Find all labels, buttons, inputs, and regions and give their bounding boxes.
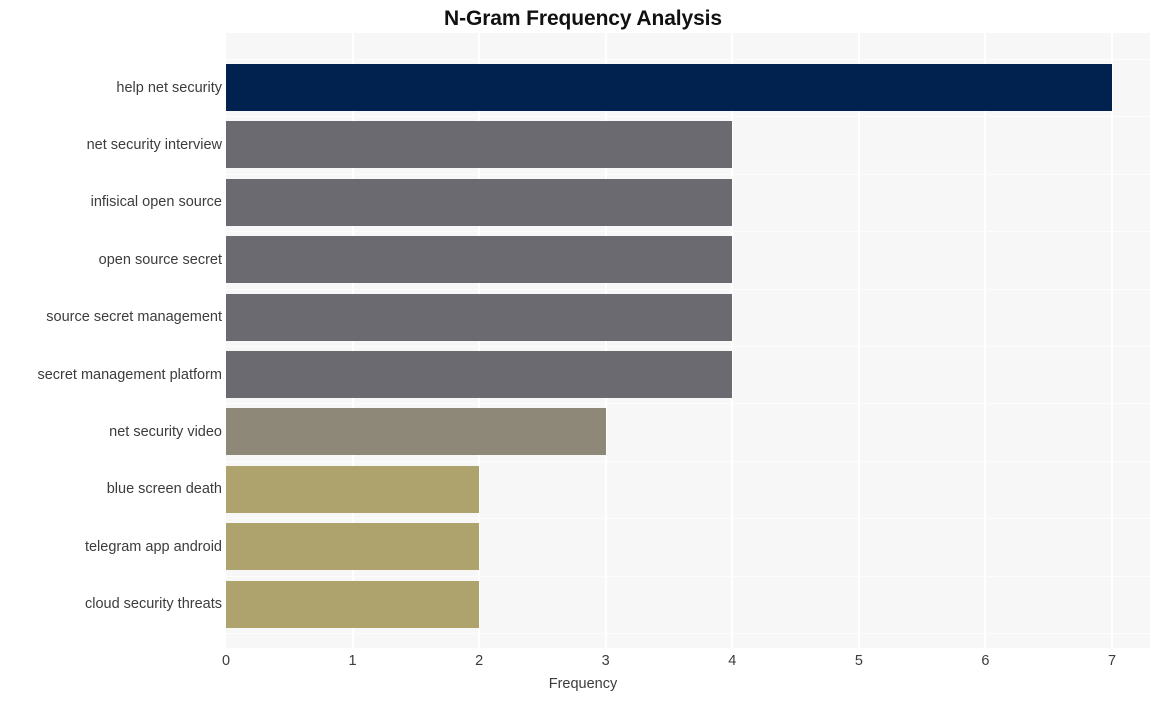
gridline-y-5 [226,346,1150,347]
bar [226,465,480,513]
gridline-y-10 [226,633,1150,634]
y-axis-label: blue screen death [106,481,222,498]
gridline-x-7 [1111,33,1114,648]
gridline-y-3 [226,231,1150,233]
x-axis-tick-label: 7 [1107,653,1117,669]
x-axis-tick-label: 0 [221,653,231,669]
y-axis-label: open source secret [98,251,222,268]
y-axis-label: secret management platform [37,366,222,383]
gridline-y-2 [226,173,1150,175]
x-axis-tick-label: 3 [601,653,610,669]
bar [226,178,733,226]
ngram-frequency-chart: N-Gram Frequency Analysis help net secur… [0,0,1166,701]
y-axis-label: telegram app android [84,538,222,555]
gridline-x-6 [984,33,987,648]
y-axis-label: net security interview [86,136,222,153]
x-axis-tick-label: 1 [348,653,357,669]
x-axis-title: Frequency [548,676,618,692]
y-axis-label: infisical open source [90,194,222,211]
bar [226,580,480,628]
bar [226,121,733,169]
x-axis-tick-label: 6 [981,653,990,669]
x-axis-ticks: 0 1 2 3 4 5 6 7 [0,648,1166,678]
bar [226,523,480,571]
gridline-y-9 [226,575,1150,577]
y-axis-labels: help net security net security interview i… [0,33,222,648]
plot-area [226,33,1150,648]
y-axis-label: net security video [109,423,222,440]
bar [226,64,1113,111]
gridline-y-6 [226,403,1150,405]
page-title: N-Gram Frequency Analysis [444,7,722,30]
gridline-y-7 [226,460,1150,462]
gridline-y-4 [226,288,1150,290]
gridline-y-1 [226,116,1150,118]
bar [226,293,733,341]
bar [226,236,733,284]
gridline-x-5 [857,33,860,648]
x-axis-tick-label: 2 [475,653,484,669]
gridline-y-8 [226,518,1150,520]
x-axis-tick-label: 5 [854,653,863,669]
y-axis-label: cloud security threats [84,596,222,613]
bar [226,351,733,398]
bar [226,408,606,456]
y-axis-label: source secret management [46,309,222,326]
x-axis-tick-label: 4 [728,653,737,669]
y-axis-label: help net security [116,79,222,96]
gridline-y-0 [226,59,1150,60]
